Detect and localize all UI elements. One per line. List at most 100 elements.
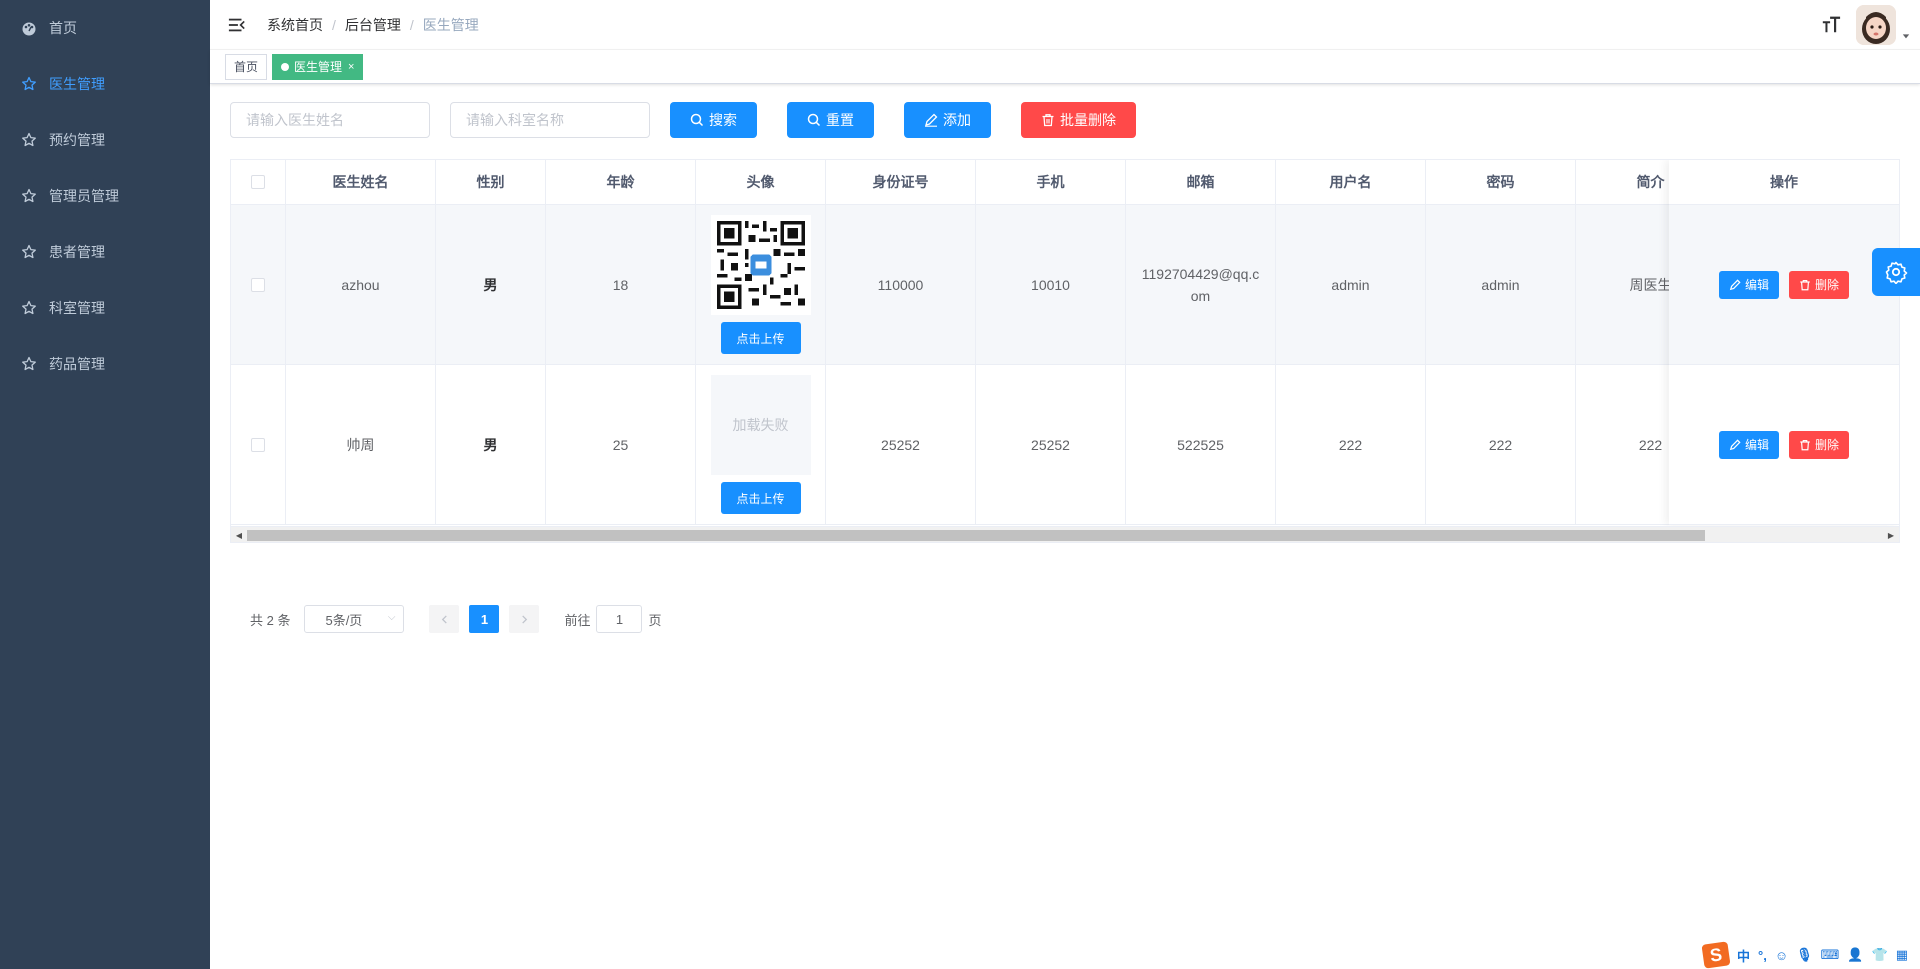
sidebar-item-departments[interactable]: 科室管理: [0, 280, 210, 336]
scrollbar-thumb[interactable]: [247, 530, 1705, 541]
edit-button-label: 编辑: [1744, 278, 1769, 292]
tag-doctors[interactable]: 医生管理 ×: [272, 53, 364, 80]
star-icon: [20, 131, 38, 149]
table-header: 医生姓名 性别 年龄 头像 身份证号 手机 邮箱 用户名 密码 简介: [231, 160, 1726, 205]
hamburger-icon[interactable]: [227, 15, 247, 35]
tag-label: 首页: [234, 59, 259, 74]
avatar-cell: 加载失败 点击上传: [696, 365, 826, 524]
doctor-table: 医生姓名 性别 年龄 头像 身份证号 手机 邮箱 用户名 密码 简介 azhou…: [230, 159, 1900, 543]
next-page-button[interactable]: [509, 605, 540, 633]
ime-language-toggle[interactable]: 中: [1737, 946, 1750, 965]
close-icon[interactable]: ×: [348, 55, 354, 79]
column-header[interactable]: 性别: [436, 160, 546, 204]
qr-code-image[interactable]: [710, 215, 811, 315]
prev-page-button[interactable]: [429, 605, 460, 633]
breadcrumb-current: 医生管理: [422, 16, 479, 33]
edit-button[interactable]: 编辑: [1718, 430, 1779, 459]
scroll-right-icon[interactable]: ▶: [1886, 529, 1896, 541]
page-jumper: 前往 1 页: [564, 605, 662, 633]
edit-button[interactable]: 编辑: [1718, 270, 1779, 299]
gear-icon: [1885, 261, 1908, 284]
doctor-name: 帅周: [286, 365, 436, 524]
goto-page-input[interactable]: 1: [596, 605, 643, 633]
star-icon: [20, 299, 38, 317]
column-header[interactable]: 头像: [696, 160, 826, 204]
column-header[interactable]: 密码: [1426, 160, 1576, 204]
star-icon: [20, 75, 38, 93]
sidebar: 首页 医生管理 预约管理 管理员管理 患者管理 科室管理 药品管理: [0, 0, 210, 969]
settings-button[interactable]: [1872, 248, 1920, 296]
page-size-select[interactable]: 5条/页 ⌵: [304, 605, 405, 633]
horizontal-scrollbar[interactable]: ◀ ▶: [231, 526, 1899, 542]
sogou-logo-icon[interactable]: S: [1701, 941, 1731, 969]
shirt-icon[interactable]: 👕: [1872, 947, 1888, 963]
chevron-right-icon: [522, 614, 528, 624]
column-header[interactable]: 手机: [976, 160, 1126, 204]
tag-home[interactable]: 首页: [225, 53, 268, 80]
sidebar-item-label: 药品管理: [49, 356, 105, 372]
page-number[interactable]: 1: [469, 605, 500, 633]
font-size-icon[interactable]: [1820, 14, 1842, 36]
caret-down-icon[interactable]: [1900, 30, 1912, 42]
table-row[interactable]: 帅周 男 25 加载失败 点击上传 25252 25252 522525 222…: [231, 365, 1726, 525]
search-icon: [690, 113, 704, 127]
row-actions: 编辑 删除: [1669, 205, 1899, 365]
doctor-name: azhou: [286, 205, 436, 364]
sidebar-item-label: 预约管理: [49, 132, 105, 148]
upload-button[interactable]: 点击上传: [720, 322, 801, 354]
batch-delete-button[interactable]: 批量删除: [1021, 102, 1136, 138]
column-header[interactable]: 医生姓名: [286, 160, 436, 204]
doctor-name-input[interactable]: 请输入医生姓名: [230, 102, 430, 138]
phone: 25252: [976, 365, 1126, 524]
breadcrumb-home[interactable]: 系统首页: [267, 15, 323, 35]
keyboard-icon[interactable]: ⌨: [1821, 947, 1840, 963]
sidebar-item-doctors[interactable]: 医生管理: [0, 56, 210, 112]
column-header[interactable]: 身份证号: [826, 160, 976, 204]
column-header: 操作: [1669, 160, 1899, 205]
select-all-cell: [231, 160, 286, 204]
username: 222: [1276, 365, 1426, 524]
page-suffix: 页: [648, 612, 662, 628]
upload-button[interactable]: 点击上传: [720, 482, 801, 514]
reset-button[interactable]: 重置: [787, 102, 874, 138]
tag-label: 医生管理: [294, 59, 343, 74]
column-header[interactable]: 邮箱: [1126, 160, 1276, 204]
delete-button[interactable]: 删除: [1789, 430, 1850, 459]
grid-icon[interactable]: ▦: [1896, 947, 1908, 963]
sidebar-item-appointments[interactable]: 预约管理: [0, 112, 210, 168]
sidebar-item-admins[interactable]: 管理员管理: [0, 168, 210, 224]
sidebar-item-medicines[interactable]: 药品管理: [0, 336, 210, 392]
row-checkbox[interactable]: [251, 437, 265, 452]
sidebar-item-patients[interactable]: 患者管理: [0, 224, 210, 280]
column-header[interactable]: 用户名: [1276, 160, 1426, 204]
avatar[interactable]: [1856, 5, 1896, 45]
sidebar-item-home[interactable]: 首页: [0, 0, 210, 56]
edit-icon: [925, 113, 938, 127]
row-select-cell: [231, 365, 286, 524]
emoji-icon[interactable]: ☺: [1775, 948, 1788, 963]
add-button[interactable]: 添加: [904, 102, 991, 138]
user-icon[interactable]: 👤: [1847, 947, 1863, 963]
column-header[interactable]: 年龄: [546, 160, 696, 204]
breadcrumb-backend[interactable]: 后台管理: [345, 15, 401, 35]
email: 1192704429@qq.com: [1126, 205, 1276, 364]
delete-button[interactable]: 删除: [1789, 270, 1850, 299]
row-actions: 编辑 删除: [1669, 365, 1899, 525]
row-checkbox[interactable]: [251, 277, 265, 292]
search-button[interactable]: 搜索: [670, 102, 757, 138]
id-number: 110000: [826, 205, 976, 364]
table-row[interactable]: azhou 男 18 点击上传 110000 10010 1192704429@…: [231, 205, 1726, 365]
chevron-left-icon: [441, 614, 447, 624]
scroll-left-icon[interactable]: ◀: [234, 529, 244, 541]
pagination-total: 共 2 条: [250, 612, 291, 628]
content: 请输入医生姓名 请输入科室名称 搜索 重置 添加 批量删除 医生姓名 性别 年龄…: [230, 84, 1920, 633]
microphone-icon[interactable]: 🎙: [1796, 947, 1813, 963]
department-name-input[interactable]: 请输入科室名称: [450, 102, 650, 138]
password: 222: [1426, 365, 1576, 524]
sidebar-item-label: 科室管理: [49, 300, 105, 316]
image-load-failed: 加载失败: [710, 375, 811, 475]
select-all-checkbox[interactable]: [251, 175, 265, 189]
trash-icon: [1042, 114, 1054, 127]
trash-icon: [1800, 439, 1810, 450]
punctuation-icon[interactable]: °,: [1758, 948, 1767, 963]
